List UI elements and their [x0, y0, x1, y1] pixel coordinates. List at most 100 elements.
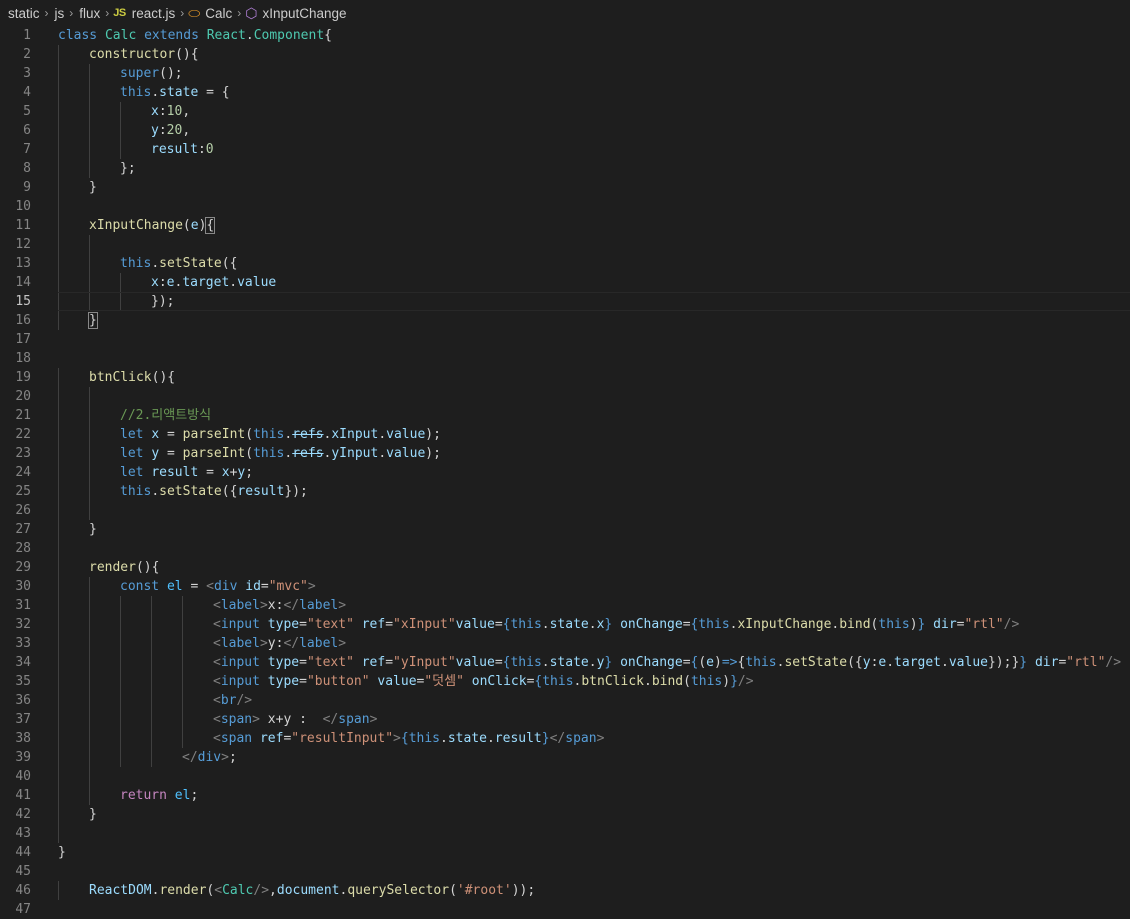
code-line[interactable]: 11 xInputChange(e){ [0, 216, 1130, 235]
code-line[interactable]: 26 [0, 501, 1130, 520]
code-token: </ [283, 598, 300, 613]
code-token: </ [283, 636, 300, 651]
code-line[interactable]: 22 let x = parseInt(this.refs.xInput.valu… [0, 425, 1130, 444]
breadcrumb-folder-flux[interactable]: flux [77, 6, 102, 21]
code-token: this [120, 85, 152, 100]
code-token: this [745, 655, 777, 670]
chevron-right-icon: › [105, 6, 110, 20]
code-line[interactable]: 33 <label>y:</label> [0, 634, 1130, 653]
code-line[interactable]: 39 </div>; [0, 748, 1130, 767]
code-line[interactable]: 17 [0, 330, 1130, 349]
code-line[interactable]: 40 [0, 767, 1130, 786]
code-token: < [214, 883, 223, 898]
breadcrumb-folder-static[interactable]: static [6, 6, 42, 21]
code-line[interactable]: 21 //2.리액트방식 [0, 406, 1130, 425]
code-token: "rtl" [1066, 655, 1106, 670]
code-token: this [510, 617, 542, 632]
code-line[interactable]: 45 [0, 862, 1130, 881]
code-line[interactable]: 2 constructor(){ [0, 45, 1130, 64]
code-line[interactable]: 12 [0, 235, 1130, 254]
code-token: this [698, 617, 730, 632]
code-token: parseInt [182, 446, 246, 461]
indent-guide [151, 729, 152, 748]
code-line[interactable]: 3 super(); [0, 64, 1130, 83]
line-number: 9 [23, 180, 31, 195]
code-editor[interactable]: 1 class Calc extends React.Component{2 con… [0, 26, 1130, 919]
code-token: . [440, 731, 448, 746]
line-number: 10 [15, 199, 31, 214]
indent-guide [89, 159, 90, 178]
code-line[interactable]: 41 return el; [0, 786, 1130, 805]
code-line[interactable]: 36 <br/> [0, 691, 1130, 710]
indent-guide [58, 881, 59, 900]
indent-guide [58, 691, 59, 710]
code-line[interactable]: 23 let y = parseInt(this.refs.yInput.valu… [0, 444, 1130, 463]
code-line[interactable]: 35 <input type="button" value="덧셈" onClic… [0, 672, 1130, 691]
indent-guide [182, 729, 183, 748]
code-line[interactable]: 25 this.setState({result}); [0, 482, 1130, 501]
code-token: < [213, 731, 221, 746]
code-line[interactable]: 13 this.setState({ [0, 254, 1130, 273]
code-line[interactable]: 29 render(){ [0, 558, 1130, 577]
code-line[interactable]: 43 [0, 824, 1130, 843]
code-line[interactable]: 32 <input type="text" ref="xInput"value={… [0, 615, 1130, 634]
code-text: let result = x+y; [120, 463, 253, 482]
line-number: 16 [15, 313, 31, 328]
indent-guide [182, 672, 183, 691]
code-line[interactable]: 7 result:0 [0, 140, 1130, 159]
code-token: state [549, 617, 589, 632]
code-line[interactable]: 6 y:20, [0, 121, 1130, 140]
code-token: x [221, 465, 230, 480]
code-line[interactable]: 8}; [0, 159, 1130, 178]
breadcrumb-file[interactable]: react.js [130, 6, 178, 21]
line-number: 22 [15, 427, 31, 442]
code-line[interactable]: 37 <span> x+y : </span> [0, 710, 1130, 729]
code-line[interactable]: 9} [0, 178, 1130, 197]
code-token: </ [549, 731, 566, 746]
javascript-file-icon: JS [113, 7, 126, 19]
breadcrumb-method[interactable]: xInputChange [260, 6, 348, 21]
indent-guide [120, 634, 121, 653]
code-line[interactable]: 38 <span ref="resultInput">{this.state.re… [0, 729, 1130, 748]
indent-guide [151, 596, 152, 615]
code-line[interactable]: 14 x:e.target.value [0, 273, 1130, 292]
code-line[interactable]: 5 x:10, [0, 102, 1130, 121]
code-line[interactable]: 24 let result = x+y; [0, 463, 1130, 482]
code-token: "button" [306, 674, 370, 689]
code-token: x [151, 427, 160, 442]
code-line[interactable]: 10 [0, 197, 1130, 216]
code-line[interactable]: 18 [0, 349, 1130, 368]
code-token: y [151, 446, 160, 461]
bracket-match-highlight: { [205, 217, 216, 234]
code-line[interactable]: 34 <input type="text" ref="yInput"value={… [0, 653, 1130, 672]
code-line[interactable]: 16} [0, 311, 1130, 330]
code-text: <input type="text" ref="yInput"value={th… [213, 653, 1121, 672]
indent-guide [120, 653, 121, 672]
code-line[interactable]: 19 btnClick(){ [0, 368, 1130, 387]
breadcrumb-folder-js[interactable]: js [53, 6, 67, 21]
breadcrumb-class[interactable]: Calc [203, 6, 234, 21]
code-line[interactable]: 42} [0, 805, 1130, 824]
code-line[interactable]: 30 const el = <div id="mvc"> [0, 577, 1130, 596]
code-token: ({ [847, 655, 863, 670]
code-line[interactable]: 20 [0, 387, 1130, 406]
code-line[interactable]: 28 [0, 539, 1130, 558]
code-line[interactable]: 47 [0, 900, 1130, 919]
indent-guide [182, 653, 183, 672]
code-token: . [541, 617, 550, 632]
code-line[interactable]: 1 class Calc extends React.Component{ [0, 26, 1130, 45]
code-token: }); [151, 294, 175, 309]
code-line[interactable]: 31 <label>x:</label> [0, 596, 1130, 615]
code-line[interactable]: 15}); [0, 292, 1130, 311]
code-token: ( [182, 218, 191, 233]
code-line[interactable]: 44} [0, 843, 1130, 862]
code-token: this [253, 427, 285, 442]
code-line[interactable]: 46 ReactDOM.render(<Calc/>,document.query… [0, 881, 1130, 900]
code-line[interactable]: 27} [0, 520, 1130, 539]
code-token: > [259, 636, 268, 651]
code-token: : [158, 123, 167, 138]
indent-guide [58, 615, 59, 634]
code-line[interactable]: 4 this.state = { [0, 83, 1130, 102]
code-token: . [245, 28, 254, 43]
